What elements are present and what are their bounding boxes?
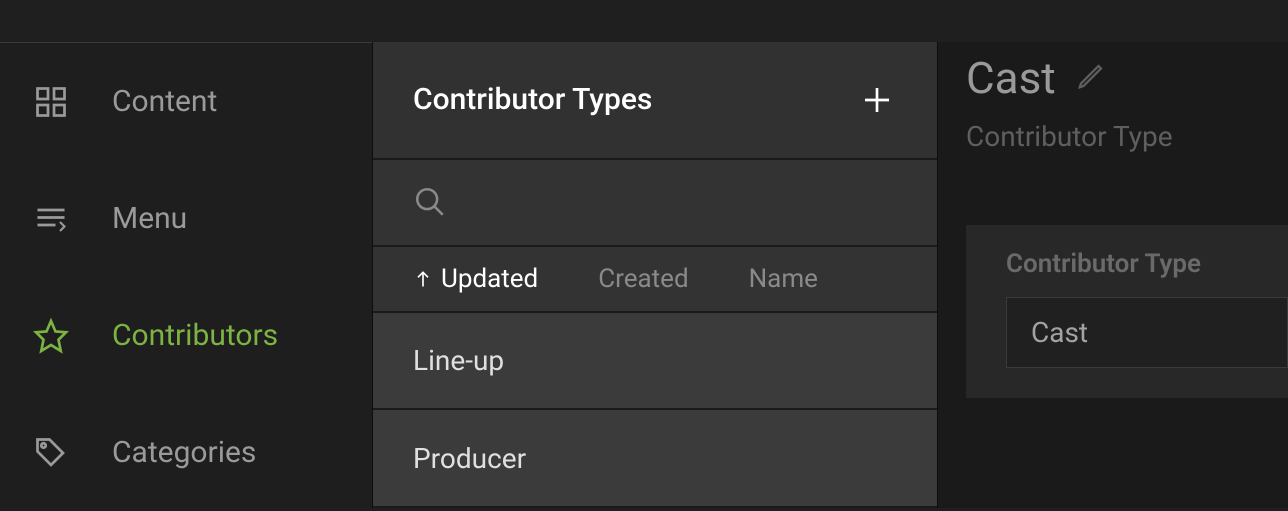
field-label: Contributor Type bbox=[1006, 249, 1288, 279]
tag-icon bbox=[30, 432, 72, 474]
main-layout: Content Menu Contributors bbox=[0, 42, 1288, 508]
sort-col-created[interactable]: Created bbox=[598, 264, 688, 294]
detail-title: Cast bbox=[966, 52, 1056, 104]
search-icon bbox=[413, 185, 447, 219]
edit-button[interactable] bbox=[1076, 61, 1106, 95]
sidebar-item-contributors[interactable]: Contributors bbox=[0, 277, 372, 394]
list-icon bbox=[30, 198, 72, 240]
list-item-label: Producer bbox=[413, 442, 526, 475]
sidebar-item-content[interactable]: Content bbox=[0, 43, 372, 160]
list-item[interactable]: Producer bbox=[373, 410, 937, 508]
sidebar-item-label: Content bbox=[112, 84, 217, 119]
sort-header: Updated Created Name bbox=[373, 247, 937, 313]
top-bar bbox=[0, 0, 1288, 42]
panel-header: Contributor Types bbox=[373, 42, 937, 160]
sort-col-updated[interactable]: Updated bbox=[413, 264, 538, 294]
sort-col-name[interactable]: Name bbox=[749, 264, 818, 294]
sort-col-label: Updated bbox=[441, 264, 538, 294]
grid-icon bbox=[30, 81, 72, 123]
sort-col-label: Name bbox=[749, 264, 818, 294]
list-panel: Contributor Types Updated Cr bbox=[372, 42, 938, 508]
list-item[interactable]: Line-up bbox=[373, 313, 937, 411]
arrow-up-icon bbox=[413, 266, 433, 292]
sidebar-item-label: Menu bbox=[112, 201, 187, 236]
sidebar-item-menu[interactable]: Menu bbox=[0, 160, 372, 277]
panel-title: Contributor Types bbox=[413, 82, 652, 117]
detail-subtitle: Contributor Type bbox=[966, 120, 1288, 153]
plus-icon bbox=[861, 84, 893, 116]
pencil-icon bbox=[1076, 61, 1106, 91]
search-row[interactable] bbox=[373, 160, 937, 248]
detail-panel: Cast Contributor Type Contributor Type C… bbox=[938, 42, 1288, 508]
add-button[interactable] bbox=[857, 80, 897, 120]
sidebar-item-label: Categories bbox=[112, 435, 256, 470]
list-item-label: Line-up bbox=[413, 344, 504, 377]
contributor-type-input[interactable]: Cast bbox=[1006, 297, 1288, 368]
detail-title-row: Cast bbox=[966, 52, 1288, 104]
star-icon bbox=[30, 315, 72, 357]
sidebar: Content Menu Contributors bbox=[0, 42, 372, 508]
sidebar-item-label: Contributors bbox=[112, 318, 278, 353]
field-group: Contributor Type Cast bbox=[966, 225, 1288, 398]
sidebar-item-categories[interactable]: Categories bbox=[0, 394, 372, 511]
sort-col-label: Created bbox=[598, 264, 688, 294]
